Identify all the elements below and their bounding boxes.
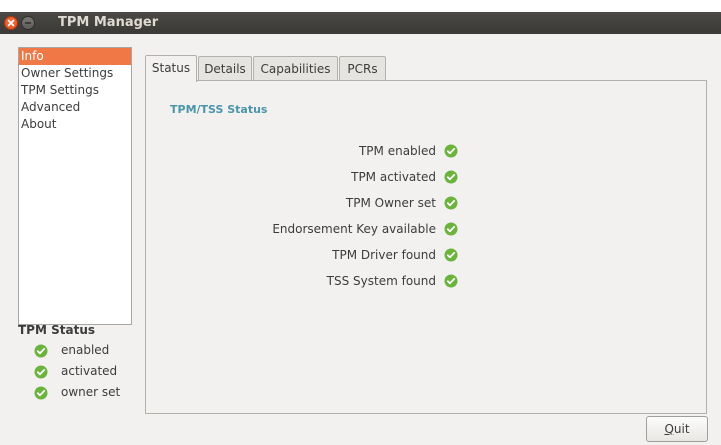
tab-pcrs[interactable]: PCRs <box>339 56 386 80</box>
status-item-tpm-driver: TPM Driver found <box>146 246 464 264</box>
minimize-window-button[interactable] <box>21 16 35 30</box>
quit-label: uit <box>673 422 690 436</box>
tab-status[interactable]: Status <box>145 55 197 82</box>
tab-capabilities[interactable]: Capabilities <box>253 56 338 80</box>
status-item-tpm-owner-set: TPM Owner set <box>146 194 464 212</box>
quit-button[interactable]: Quit <box>646 416 708 442</box>
status-item-tpm-enabled: TPM enabled <box>146 142 464 160</box>
section-item-info[interactable]: Info <box>19 48 131 65</box>
check-circle-icon <box>444 170 458 184</box>
status-label: owner set <box>61 385 121 399</box>
tab-details[interactable]: Details <box>198 56 252 80</box>
tpm-status-title: TPM Status <box>18 323 95 337</box>
section-item-about[interactable]: About <box>19 116 131 133</box>
section-list[interactable]: Info Owner Settings TPM Settings Advance… <box>18 47 132 325</box>
close-window-button[interactable] <box>4 16 18 30</box>
status-tab-panel: TPM/TSS Status TPM enabled TPM activated… <box>145 80 707 414</box>
status-item-tpm-activated: TPM activated <box>146 168 464 186</box>
status-item-label: TSS System found <box>326 274 436 288</box>
status-item-tss-system: TSS System found <box>146 272 464 290</box>
status-row-enabled: enabled <box>18 340 138 361</box>
tpm-manager-window: TPM Manager Info Owner Settings TPM Sett… <box>0 12 721 445</box>
tpm-status-summary: TPM Status enabled activated owner set <box>18 320 138 403</box>
check-circle-icon <box>34 344 48 358</box>
status-row-owner-set: owner set <box>18 382 138 403</box>
section-item-advanced[interactable]: Advanced <box>19 99 131 116</box>
status-label: activated <box>61 364 118 378</box>
window-title: TPM Manager <box>58 15 159 30</box>
status-row-activated: activated <box>18 361 138 382</box>
check-circle-icon <box>444 196 458 210</box>
quit-mnemonic: Q <box>664 422 674 436</box>
title-bar[interactable]: TPM Manager <box>0 12 721 34</box>
status-item-label: TPM activated <box>351 170 436 184</box>
check-circle-icon <box>444 144 458 158</box>
section-item-tpm-settings[interactable]: TPM Settings <box>19 82 131 99</box>
status-item-label: TPM Driver found <box>332 248 436 262</box>
close-icon <box>7 19 15 27</box>
check-circle-icon <box>444 222 458 236</box>
check-circle-icon <box>34 365 48 379</box>
check-circle-icon <box>444 274 458 288</box>
status-label: enabled <box>61 343 110 357</box>
status-item-label: TPM enabled <box>358 144 436 158</box>
status-item-label: TPM Owner set <box>345 196 436 210</box>
status-item-endorsement-key: Endorsement Key available <box>146 220 464 238</box>
group-title: TPM/TSS Status <box>170 103 268 116</box>
check-circle-icon <box>34 386 48 400</box>
status-item-label: Endorsement Key available <box>272 222 436 236</box>
check-circle-icon <box>444 248 458 262</box>
section-item-owner-settings[interactable]: Owner Settings <box>19 65 131 82</box>
